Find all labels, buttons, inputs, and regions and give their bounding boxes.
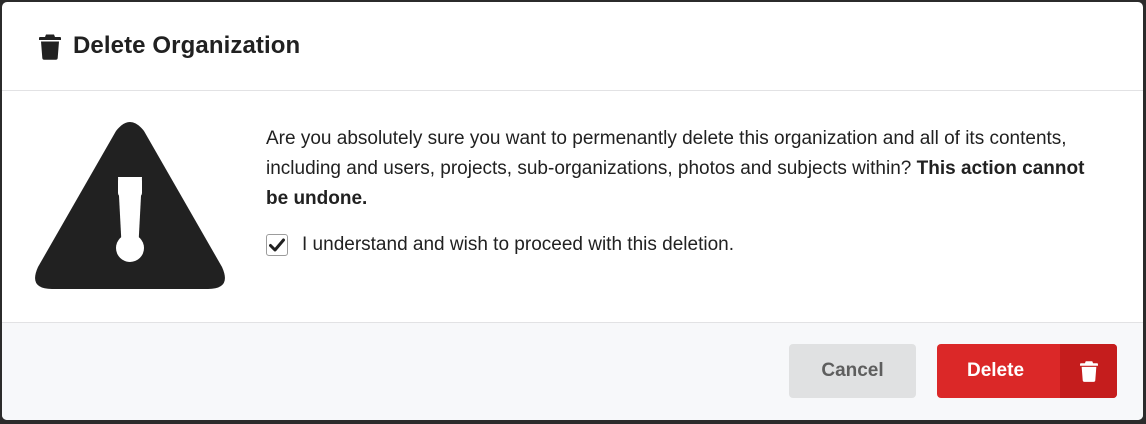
delete-button-label: Delete — [966, 360, 1025, 381]
confirm-label[interactable]: I understand and wish to proceed with th… — [302, 234, 734, 256]
warning-message: Are you absolutely sure you want to perm… — [266, 124, 1106, 214]
delete-button[interactable]: Delete — [937, 344, 1117, 398]
trash-icon — [39, 33, 61, 60]
dialog-body: Are you absolutely sure you want to perm… — [2, 91, 1143, 323]
dialog-header: Delete Organization — [2, 2, 1143, 91]
cancel-button[interactable]: Cancel — [789, 344, 916, 398]
warning-triangle-icon — [35, 122, 225, 289]
dialog-title: Delete Organization — [73, 32, 301, 59]
dialog-content: Are you absolutely sure you want to perm… — [266, 124, 1106, 256]
confirm-row: I understand and wish to proceed with th… — [266, 234, 1106, 256]
dialog-footer: Cancel Delete — [2, 323, 1143, 420]
confirm-checkbox[interactable] — [266, 234, 288, 256]
delete-organization-dialog: Delete Organization Are you absolutely s… — [2, 2, 1143, 420]
checkmark-icon — [269, 238, 285, 252]
trash-icon — [1060, 344, 1117, 398]
